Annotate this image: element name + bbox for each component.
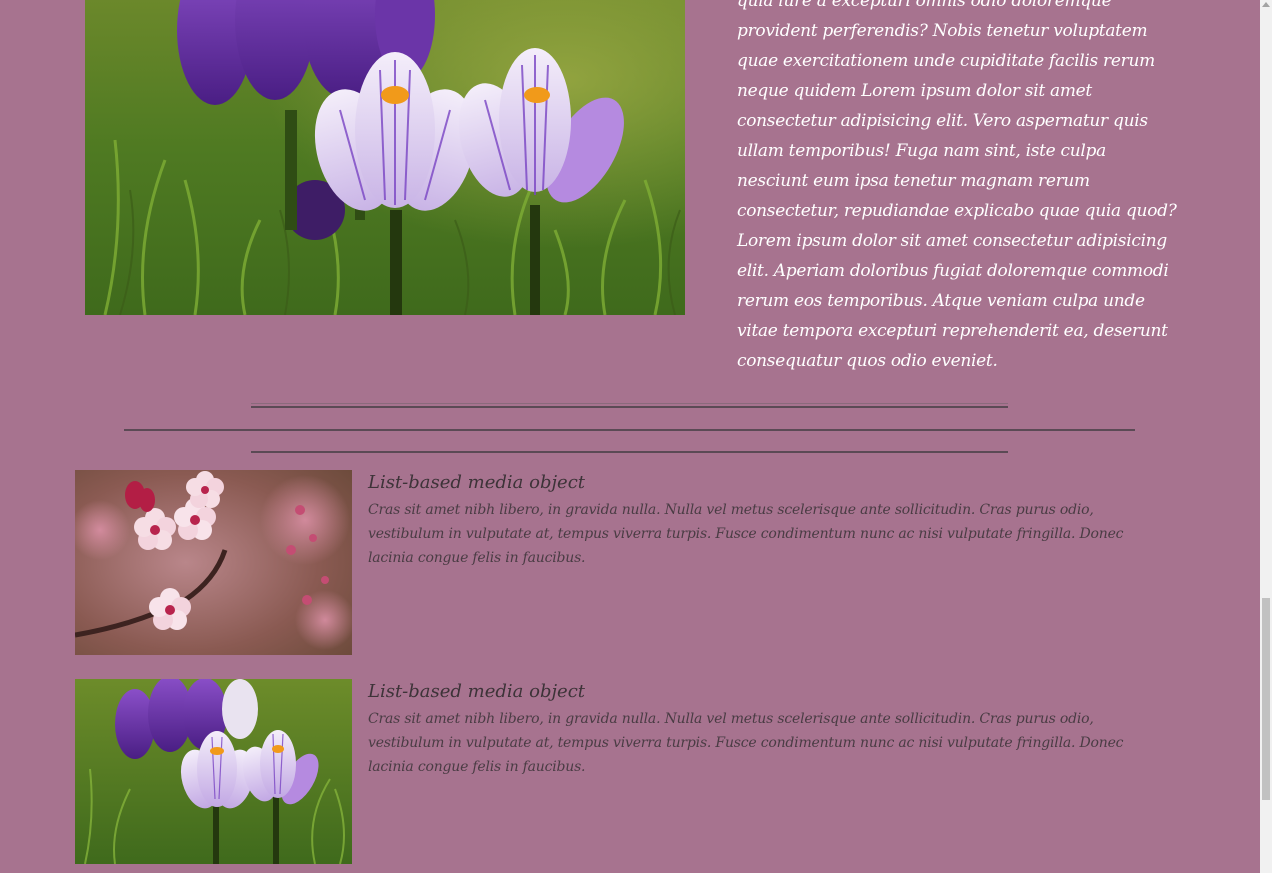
divider-line bbox=[251, 406, 1008, 408]
cherry-blossom-image bbox=[75, 470, 352, 655]
hero-crocus-image bbox=[85, 0, 685, 315]
divider-line bbox=[251, 451, 1008, 453]
media-object: List-based media object Cras sit amet ni… bbox=[75, 470, 1175, 655]
media-heading: List-based media object bbox=[368, 472, 586, 493]
media-object: List-based media object Cras sit amet ni… bbox=[75, 679, 1175, 864]
divider-line bbox=[124, 429, 1135, 431]
media-text: Cras sit amet nibh libero, in gravida nu… bbox=[368, 711, 1124, 775]
divider-line bbox=[251, 403, 1008, 404]
vertical-scrollbar[interactable] bbox=[1260, 0, 1272, 873]
scrollbar-thumb[interactable] bbox=[1262, 598, 1270, 800]
media-body: List-based media object Cras sit amet ni… bbox=[368, 470, 1168, 570]
page: quia iure a excepturi omnis odio dolorem… bbox=[0, 0, 1260, 873]
media-text: Cras sit amet nibh libero, in gravida nu… bbox=[368, 502, 1124, 566]
media-body: List-based media object Cras sit amet ni… bbox=[368, 679, 1168, 779]
scroll-up-arrow-icon[interactable] bbox=[1262, 2, 1270, 7]
media-heading: List-based media object bbox=[368, 681, 586, 702]
hero-paragraph: quia iure a excepturi omnis odio dolorem… bbox=[737, 0, 1177, 371]
crocus-image bbox=[75, 679, 352, 864]
